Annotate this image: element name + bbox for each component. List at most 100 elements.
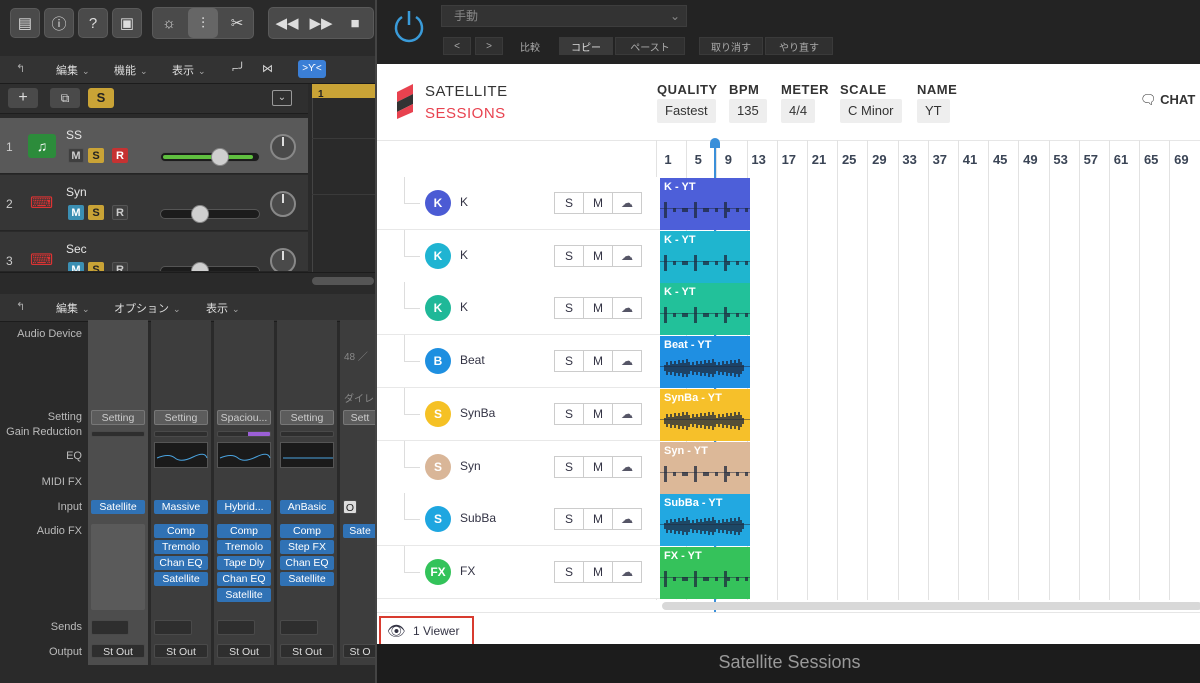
input-slot[interactable]: Hybrid... bbox=[217, 500, 271, 514]
copy-button[interactable]: コピー bbox=[559, 37, 613, 55]
quality-value[interactable]: Fastest bbox=[657, 99, 716, 123]
audio-region[interactable]: K - YT bbox=[660, 178, 750, 230]
next-preset-button[interactable]: > bbox=[475, 37, 503, 55]
timeline-scrollbar[interactable] bbox=[662, 602, 1200, 610]
redo-button[interactable]: やり直す bbox=[765, 37, 833, 55]
preset-select[interactable]: 手動 ⌄ bbox=[441, 5, 687, 27]
name-value[interactable]: YT bbox=[917, 99, 950, 123]
volume-fader[interactable] bbox=[160, 148, 260, 166]
mute-button[interactable]: M bbox=[68, 148, 84, 163]
mute-button[interactable]: M bbox=[583, 455, 613, 478]
catch-icon[interactable]: >Ƴ< bbox=[298, 60, 326, 78]
help-icon[interactable]: ? bbox=[78, 8, 108, 38]
fx-slot[interactable]: Satellite bbox=[280, 572, 334, 586]
forward-icon[interactable]: ▶▶ bbox=[306, 8, 336, 38]
audio-region[interactable]: K - YT bbox=[660, 283, 750, 336]
fx-slot[interactable]: Tremolo bbox=[217, 540, 271, 554]
mute-button[interactable]: M bbox=[583, 560, 613, 583]
track-row[interactable]: 2 ⌨ Syn M S R bbox=[0, 175, 308, 231]
cloud-download-icon[interactable]: ☁ bbox=[612, 560, 642, 583]
mute-button[interactable]: M bbox=[583, 508, 613, 531]
solo-button[interactable]: S bbox=[88, 262, 104, 271]
setting-button[interactable]: Spaciou... bbox=[217, 410, 271, 425]
track-row[interactable]: 3 ⌨ Sec M S R bbox=[0, 232, 308, 272]
audio-region[interactable]: SynBa - YT bbox=[660, 388, 750, 441]
rewind-icon[interactable]: ◀◀ bbox=[272, 8, 302, 38]
output-slot[interactable]: St Out bbox=[280, 644, 334, 658]
track-row[interactable]: K K S M ☁ bbox=[377, 229, 662, 283]
power-icon[interactable] bbox=[391, 8, 427, 44]
fx-slot[interactable]: Satellite bbox=[154, 572, 208, 586]
eq-thumbnail[interactable] bbox=[154, 442, 208, 468]
solo-button[interactable]: S bbox=[554, 402, 584, 425]
track-row[interactable]: K K S M ☁ bbox=[377, 177, 662, 230]
pan-knob[interactable] bbox=[270, 134, 296, 160]
output-slot[interactable]: St O bbox=[343, 644, 376, 658]
duplicate-track-icon[interactable]: ⧉ bbox=[50, 88, 80, 108]
audio-region[interactable]: Syn - YT bbox=[660, 441, 750, 494]
pan-knob[interactable] bbox=[270, 191, 296, 217]
fx-slot[interactable]: Tape Dly bbox=[217, 556, 271, 570]
horizontal-scrollbar[interactable] bbox=[312, 277, 374, 285]
input-slot[interactable]: AnBasic bbox=[280, 500, 334, 514]
meter-value[interactable]: 4/4 bbox=[781, 99, 816, 123]
input-slot[interactable]: Massive bbox=[154, 500, 208, 514]
record-button[interactable]: R bbox=[112, 262, 128, 271]
fx-slot[interactable]: Sate bbox=[343, 524, 376, 538]
mixer-menu-edit[interactable]: 編集 ⌄ bbox=[56, 300, 90, 316]
cycle-region[interactable]: 1 bbox=[312, 84, 376, 100]
setting-button[interactable]: Sett bbox=[343, 410, 376, 425]
back-icon[interactable]: ↰ bbox=[16, 62, 25, 75]
fx-slot[interactable]: Comp bbox=[217, 524, 271, 538]
solo-button[interactable]: S bbox=[554, 297, 584, 320]
prev-preset-button[interactable]: < bbox=[443, 37, 471, 55]
compare-button[interactable]: 比較 bbox=[513, 37, 547, 55]
output-slot[interactable]: St Out bbox=[217, 644, 271, 658]
track-row[interactable]: K K S M ☁ bbox=[377, 282, 662, 336]
mixer-menu-options[interactable]: オプション ⌄ bbox=[114, 300, 181, 316]
fx-slot[interactable]: Chan EQ bbox=[154, 556, 208, 570]
output-slot[interactable]: St Out bbox=[91, 644, 145, 658]
fx-slot[interactable]: Chan EQ bbox=[217, 572, 271, 586]
track-row[interactable]: S SubBa S M ☁ bbox=[377, 493, 662, 547]
smart-controls-icon[interactable]: ☼ bbox=[154, 8, 184, 38]
audio-region[interactable]: K - YT bbox=[660, 230, 750, 283]
record-button[interactable]: R bbox=[112, 205, 128, 220]
add-track-icon[interactable]: + bbox=[8, 88, 38, 108]
mute-button[interactable]: M bbox=[583, 244, 613, 267]
fx-slot[interactable]: Comp bbox=[154, 524, 208, 538]
bpm-value[interactable]: 135 bbox=[729, 99, 767, 123]
arrange-area[interactable] bbox=[312, 98, 376, 273]
stop-icon[interactable]: ■ bbox=[340, 8, 370, 38]
viewer-count[interactable]: 👁 1 Viewer bbox=[379, 616, 474, 646]
cloud-download-icon[interactable]: ☁ bbox=[612, 508, 642, 531]
mute-button[interactable]: M bbox=[583, 192, 613, 214]
menu-edit[interactable]: 編集 ⌄ bbox=[56, 62, 90, 78]
input-slot[interactable]: O bbox=[343, 500, 357, 514]
pan-knob[interactable] bbox=[270, 248, 296, 271]
info-icon[interactable]: ⓘ bbox=[44, 8, 74, 38]
solo-button[interactable]: S bbox=[88, 205, 104, 220]
automation-icon[interactable]: ⌐╯ bbox=[232, 62, 245, 75]
cloud-download-icon[interactable]: ☁ bbox=[612, 244, 642, 267]
output-slot[interactable]: St Out bbox=[154, 644, 208, 658]
undo-button[interactable]: 取り消す bbox=[699, 37, 763, 55]
fx-slot[interactable]: Tremolo bbox=[154, 540, 208, 554]
fx-slot[interactable]: Satellite bbox=[217, 588, 271, 602]
mute-button[interactable]: M bbox=[583, 350, 613, 373]
input-slot[interactable]: Satellite bbox=[91, 500, 145, 514]
record-button[interactable]: R bbox=[112, 148, 128, 163]
scale-value[interactable]: C Minor bbox=[840, 99, 902, 123]
cloud-download-icon[interactable]: ☁ bbox=[612, 350, 642, 373]
setting-button[interactable]: Setting bbox=[280, 410, 334, 425]
toolbar-icon[interactable]: ▣ bbox=[112, 8, 142, 38]
solo-button[interactable]: S bbox=[554, 244, 584, 267]
fx-slot[interactable]: Comp bbox=[280, 524, 334, 538]
solo-button[interactable]: S bbox=[554, 455, 584, 478]
track-row[interactable]: S Syn S M ☁ bbox=[377, 440, 662, 494]
track-row[interactable]: S SynBa S M ☁ bbox=[377, 387, 662, 441]
setting-button[interactable]: Setting bbox=[91, 410, 145, 425]
solo-button[interactable]: S bbox=[554, 560, 584, 583]
audio-region[interactable]: SubBa - YT bbox=[660, 494, 750, 547]
eq-thumbnail[interactable] bbox=[217, 442, 271, 468]
